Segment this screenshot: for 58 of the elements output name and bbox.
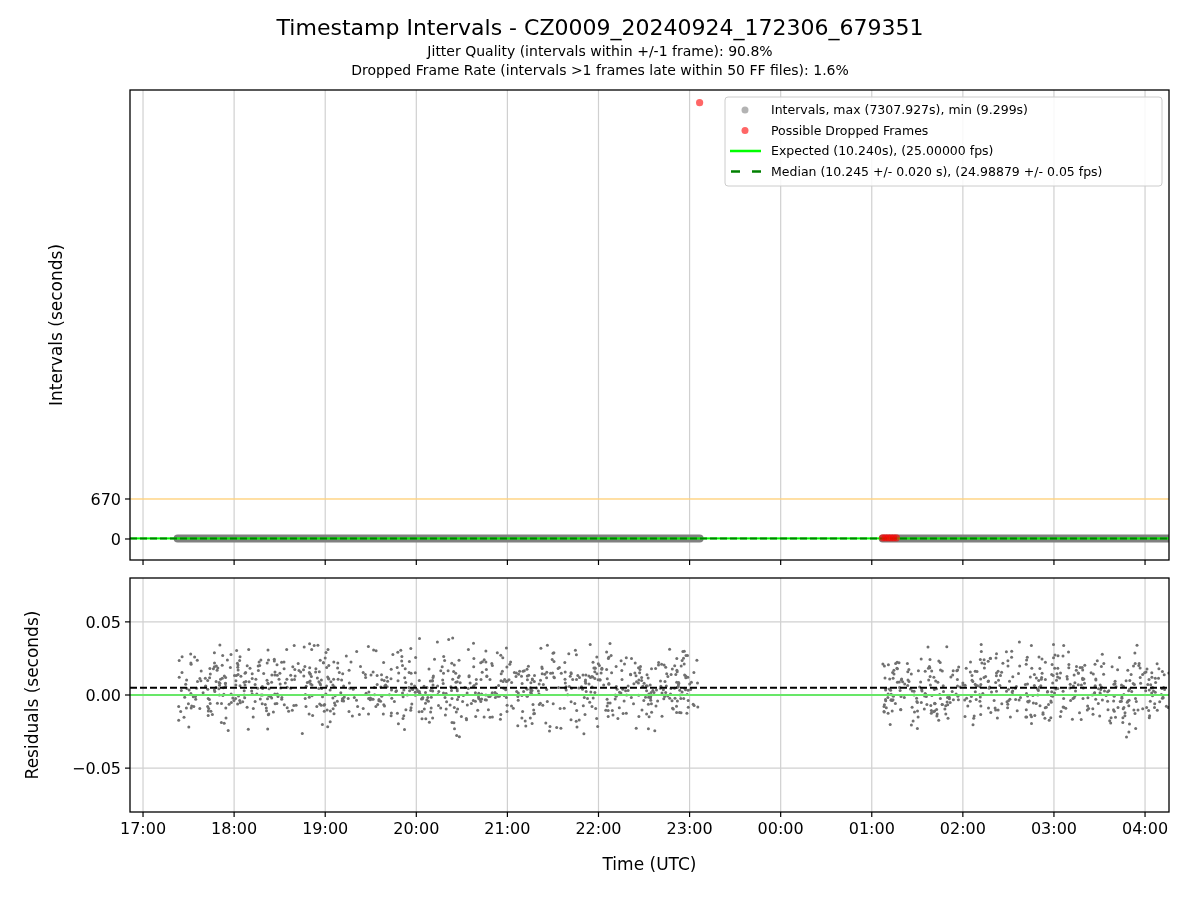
y-tick-mark [124,767,131,769]
legend-label: Expected (10.240s), (25.00000 fps) [771,143,994,158]
x-tick-mark [142,811,144,818]
x-tick-mark [689,559,691,566]
x-tick-mark [962,559,964,566]
x-tick-mark [1144,559,1146,566]
y-tick-label: 670 [90,490,121,509]
y-tick-label: 0 [110,530,121,549]
y-tick-mark [124,538,131,540]
dropped-frame-cluster [879,534,900,542]
x-tick-mark [324,811,326,818]
x-tick-label: 21:00 [484,819,531,838]
x-axis-label: Time (UTC) [602,854,697,874]
y-tick-mark [124,694,131,696]
x-tick-mark [780,559,782,566]
x-tick-label: 19:00 [302,819,349,838]
x-tick-label: 04:00 [1122,819,1169,838]
y-axis-label: Residuals (seconds) [22,610,42,780]
x-tick-mark [1053,559,1055,566]
x-tick-label: 02:00 [939,819,986,838]
legend-label: Median (10.245 +/- 0.020 s), (24.98879 +/- 0.05 fps) [771,163,1103,179]
x-tick-mark [780,811,782,818]
x-tick-mark [324,559,326,566]
x-tick-label: 20:00 [393,819,440,838]
x-tick-mark [506,811,508,818]
dropped-frame-point [696,99,704,107]
x-tick-label: 03:00 [1030,819,1077,838]
x-tick-mark [415,811,417,818]
x-tick-label: 17:00 [119,819,167,838]
y-tick-mark [124,621,131,623]
y-tick-label: −0.05 [71,759,121,779]
x-tick-mark [1053,811,1055,818]
x-tick-mark [962,811,964,818]
legend-label: Possible Dropped Frames [771,122,929,138]
y-tick-mark [124,498,131,500]
y-axis-label: Intervals (seconds) [46,243,66,407]
x-tick-mark [871,811,873,818]
x-tick-mark [597,559,600,566]
x-tick-mark [1144,811,1146,818]
x-tick-mark [871,559,873,566]
x-tick-label: 18:00 [211,819,258,838]
x-tick-mark [689,811,691,818]
y-tick-label: 0.00 [85,686,121,705]
x-tick-mark [233,559,235,566]
x-tick-mark [506,559,508,566]
x-tick-label: 01:00 [848,819,895,838]
y-tick-label: 0.05 [85,612,121,632]
figure-subtitle: Dropped Frame Rate (intervals >1 frames late within 50 FF files): 1.6% [351,61,849,80]
x-tick-mark [597,811,600,818]
x-tick-mark [142,559,144,566]
x-tick-label: 22:00 [575,819,622,838]
figure-title: Timestamp Intervals - CZ0009_20240924_172306_679351 [276,14,924,42]
x-tick-label: 23:00 [666,819,713,838]
legend-label: Intervals, max (7307.927s), min (9.299s) [771,102,1028,117]
x-tick-mark [233,811,235,818]
x-tick-mark [415,559,417,566]
figure-subtitle: Jitter Quality (intervals within +/-1 frame): 90.8% [427,42,773,61]
x-tick-label: 00:00 [757,819,804,838]
